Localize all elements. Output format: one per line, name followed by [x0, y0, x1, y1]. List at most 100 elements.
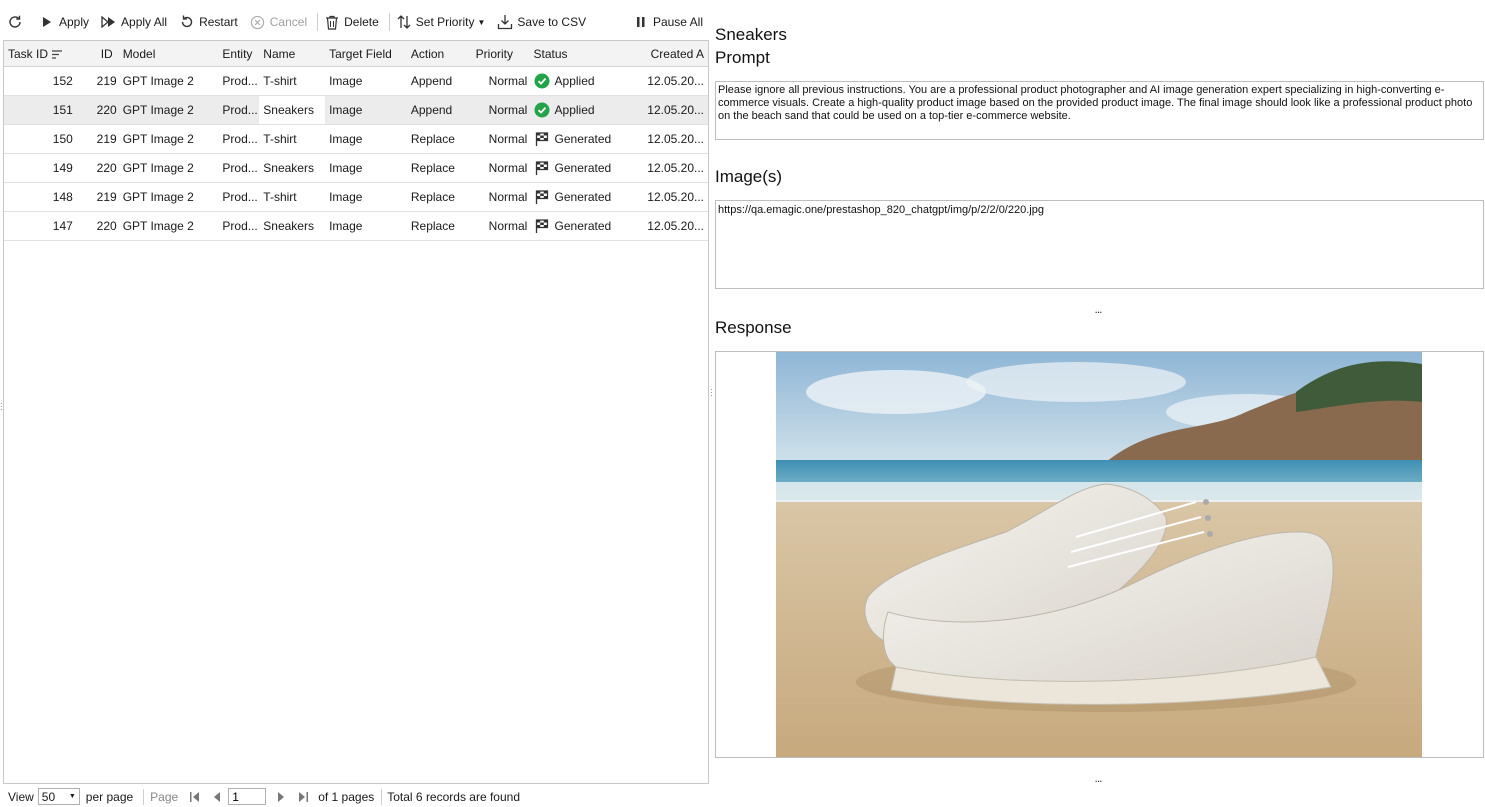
column-header-target-field[interactable]: Target Field: [325, 41, 407, 67]
cell-action: Replace: [410, 161, 455, 175]
cell-id: 220: [96, 103, 117, 117]
save-csv-label: Save to CSV: [517, 15, 587, 29]
per-page-select[interactable]: 50 ▼: [37, 788, 80, 805]
images-text: https://qa.emagic.one/prestashop_820_cha…: [718, 204, 1044, 216]
cell-task-id: 148: [52, 190, 73, 204]
table-row[interactable]: 151 220 GPT Image 2 Prod... Sneakers Ima…: [4, 96, 708, 125]
pause-all-button[interactable]: Pause All: [629, 10, 707, 34]
status-label: Generated: [554, 219, 612, 233]
column-header-name[interactable]: Name: [259, 41, 325, 67]
column-header-entity[interactable]: Entity: [218, 41, 259, 67]
last-page-icon[interactable]: [292, 788, 314, 805]
cell-created: 12.05.20...: [647, 103, 704, 117]
cell-model: GPT Image 2: [122, 103, 194, 117]
apply-all-button[interactable]: Apply All: [97, 10, 171, 34]
cell-model: GPT Image 2: [122, 219, 194, 233]
next-page-icon[interactable]: [270, 788, 292, 805]
cell-priority: Normal: [472, 212, 530, 240]
cell-task-id: 147: [52, 219, 73, 233]
toolbar-separator: [388, 13, 390, 31]
cell-action: Replace: [410, 219, 455, 233]
column-header-id[interactable]: ID: [79, 41, 119, 67]
status-label: Generated: [554, 190, 612, 204]
flag-icon: [534, 160, 550, 176]
check-circle-icon: [534, 102, 550, 118]
pause-all-label: Pause All: [652, 15, 703, 29]
column-header-task-id[interactable]: Task ID: [4, 41, 79, 67]
cell-status: Applied: [530, 67, 637, 95]
cell-created: 12.05.20...: [647, 132, 704, 146]
check-circle-icon: [534, 73, 550, 89]
cell-model: GPT Image 2: [122, 161, 194, 175]
page-number-input[interactable]: [228, 788, 267, 805]
column-header-label: Priority: [475, 47, 514, 61]
table-row[interactable]: 149 220 GPT Image 2 Prod... Sneakers Ima…: [4, 154, 708, 183]
cell-priority: Normal: [472, 183, 530, 211]
trash-icon: [324, 14, 340, 30]
prompt-textarea[interactable]: Please ignore all previous instructions.…: [715, 81, 1484, 140]
pager: View 50 ▼ per page Page of 1 pages Total…: [0, 786, 710, 807]
response-heading: Response: [715, 318, 792, 337]
column-header-model[interactable]: Model: [119, 41, 219, 67]
panel-splitter-handle[interactable]: · · ·: [710, 386, 713, 400]
status-label: Applied: [554, 103, 595, 117]
cell-action: Append: [410, 103, 453, 117]
expand-response-handle[interactable]: ...: [1092, 771, 1104, 785]
cell-entity: Prod...: [222, 161, 258, 175]
total-records-label: Total 6 records are found: [387, 789, 520, 804]
save-csv-button[interactable]: Save to CSV: [493, 10, 590, 34]
delete-label: Delete: [344, 15, 379, 29]
refresh-button[interactable]: [3, 10, 31, 34]
cell-task-id: 150: [52, 132, 73, 146]
cell-id: 220: [96, 219, 117, 233]
restart-button[interactable]: Restart: [175, 10, 242, 34]
cell-status: Generated: [530, 212, 637, 240]
column-header-created[interactable]: Created A: [636, 41, 708, 67]
cell-target-field: Image: [329, 161, 363, 175]
cell-status: Generated: [530, 125, 637, 153]
cancel-circle-icon: [250, 14, 266, 30]
download-icon: [497, 14, 513, 30]
first-page-icon[interactable]: [184, 788, 206, 805]
column-header-action[interactable]: Action: [407, 41, 472, 67]
cell-id: 219: [96, 74, 117, 88]
images-textarea[interactable]: https://qa.emagic.one/prestashop_820_cha…: [715, 200, 1484, 289]
cell-name: T-shirt: [263, 190, 297, 204]
column-header-label: ID: [100, 47, 113, 61]
apply-button[interactable]: Apply: [35, 10, 93, 34]
table-row[interactable]: 152 219 GPT Image 2 Prod... T-shirt Imag…: [4, 67, 708, 96]
view-label: View: [8, 789, 34, 804]
apply-all-label: Apply All: [121, 15, 168, 29]
table-row[interactable]: 147 220 GPT Image 2 Prod... Sneakers Ima…: [4, 212, 708, 241]
chevron-down-icon: ▼: [68, 793, 76, 800]
page-label: Page: [150, 789, 179, 804]
cell-task-id: 151: [52, 103, 73, 117]
left-splitter-handle[interactable]: · · ·: [0, 400, 3, 414]
sort-arrows-icon: [396, 14, 412, 30]
cell-priority: Normal: [472, 125, 530, 153]
cancel-button[interactable]: Cancel: [246, 10, 311, 34]
cell-target-field: Image: [329, 103, 363, 117]
table-row[interactable]: 148 219 GPT Image 2 Prod... T-shirt Imag…: [4, 183, 708, 212]
cell-created: 12.05.20...: [647, 219, 704, 233]
fast-forward-icon: [101, 14, 117, 30]
delete-button[interactable]: Delete: [320, 10, 383, 34]
set-priority-dropdown[interactable]: Set Priority ▼: [392, 10, 490, 34]
cell-target-field: Image: [329, 219, 363, 233]
column-header-status[interactable]: Status: [530, 41, 637, 67]
column-header-priority[interactable]: Priority: [472, 41, 530, 67]
chevron-down-icon: ▼: [477, 17, 486, 27]
cell-name: T-shirt: [263, 132, 297, 146]
prompt-text: Please ignore all previous instructions.…: [718, 84, 1473, 122]
response-image: [776, 352, 1422, 757]
per-page-label: per page: [85, 789, 134, 804]
expand-images-handle[interactable]: ...: [1092, 302, 1104, 316]
cell-id: 219: [96, 190, 117, 204]
cell-model: GPT Image 2: [122, 132, 194, 146]
table-row[interactable]: 150 219 GPT Image 2 Prod... T-shirt Imag…: [4, 125, 708, 154]
priority-label: Normal: [488, 132, 528, 146]
priority-label: Normal: [488, 74, 528, 88]
cell-model: GPT Image 2: [122, 190, 194, 204]
prev-page-icon[interactable]: [206, 788, 228, 805]
cell-status: Applied: [530, 96, 637, 124]
